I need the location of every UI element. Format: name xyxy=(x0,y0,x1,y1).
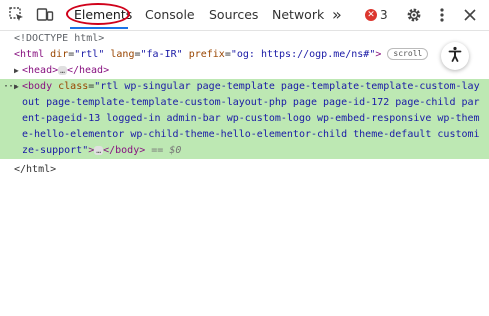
body-ellipsis[interactable]: … xyxy=(94,145,104,155)
error-icon: ✕ xyxy=(365,9,377,21)
active-tab-indicator xyxy=(70,27,128,29)
close-icon[interactable] xyxy=(461,6,479,24)
device-toggle-icon[interactable] xyxy=(36,6,54,24)
attr-class-name: class xyxy=(58,81,89,92)
more-tabs-button[interactable]: » xyxy=(332,0,342,30)
tab-console[interactable]: Console xyxy=(145,0,195,30)
more-vert-icon[interactable] xyxy=(433,6,451,24)
settings-gear-icon[interactable] xyxy=(405,6,423,24)
doctype-line[interactable]: <!DOCTYPE html> xyxy=(0,31,489,47)
tab-sources[interactable]: Sources xyxy=(209,0,258,30)
attr-lang-name: lang xyxy=(110,49,135,60)
highlight-ring xyxy=(66,3,130,25)
attr-dir-value: "rtl" xyxy=(74,49,105,60)
body-line-selected[interactable]: ··· ▶ <body class="rtl wp-singular page-te… xyxy=(0,79,489,159)
expand-triangle-icon[interactable]: ▶ xyxy=(14,79,19,95)
attr-dir-name: dir xyxy=(50,49,69,60)
tag-name: html xyxy=(20,49,45,60)
tab-network[interactable]: Network xyxy=(272,0,324,30)
devtools-toolbar: Elements Console Sources Network » ✕ 3 xyxy=(0,0,489,31)
scroll-badge[interactable]: scroll xyxy=(387,48,429,60)
dom-tree: <!DOCTYPE html> <html dir="rtl" lang="fa… xyxy=(0,30,489,178)
expand-triangle-icon[interactable]: ▶ xyxy=(14,63,19,79)
body-open-tag: <body xyxy=(22,81,53,92)
attr-prefix-value: "og: https://ogp.me/ns#" xyxy=(230,49,376,60)
html-close-line[interactable]: </html> xyxy=(0,162,489,178)
accessibility-button[interactable] xyxy=(441,42,469,70)
attr-lang-value: "fa-IR" xyxy=(140,49,183,60)
selected-node-marker: == $0 xyxy=(151,145,182,156)
head-close-tag: </head> xyxy=(66,65,110,76)
html-open-line[interactable]: <html dir="rtl" lang="fa-IR" prefix="og:… xyxy=(0,47,489,63)
accessibility-icon xyxy=(447,46,463,66)
head-line[interactable]: ▶ <head>… </head> xyxy=(0,63,489,79)
body-close-tag: </body> xyxy=(103,145,146,156)
head-open-tag: <head> xyxy=(22,65,59,76)
attr-prefix-name: prefix xyxy=(188,49,225,60)
head-ellipsis[interactable]: … xyxy=(58,65,67,75)
error-count: 3 xyxy=(380,8,388,22)
error-counter[interactable]: ✕ 3 xyxy=(365,8,388,22)
inspect-element-icon[interactable] xyxy=(8,6,26,24)
